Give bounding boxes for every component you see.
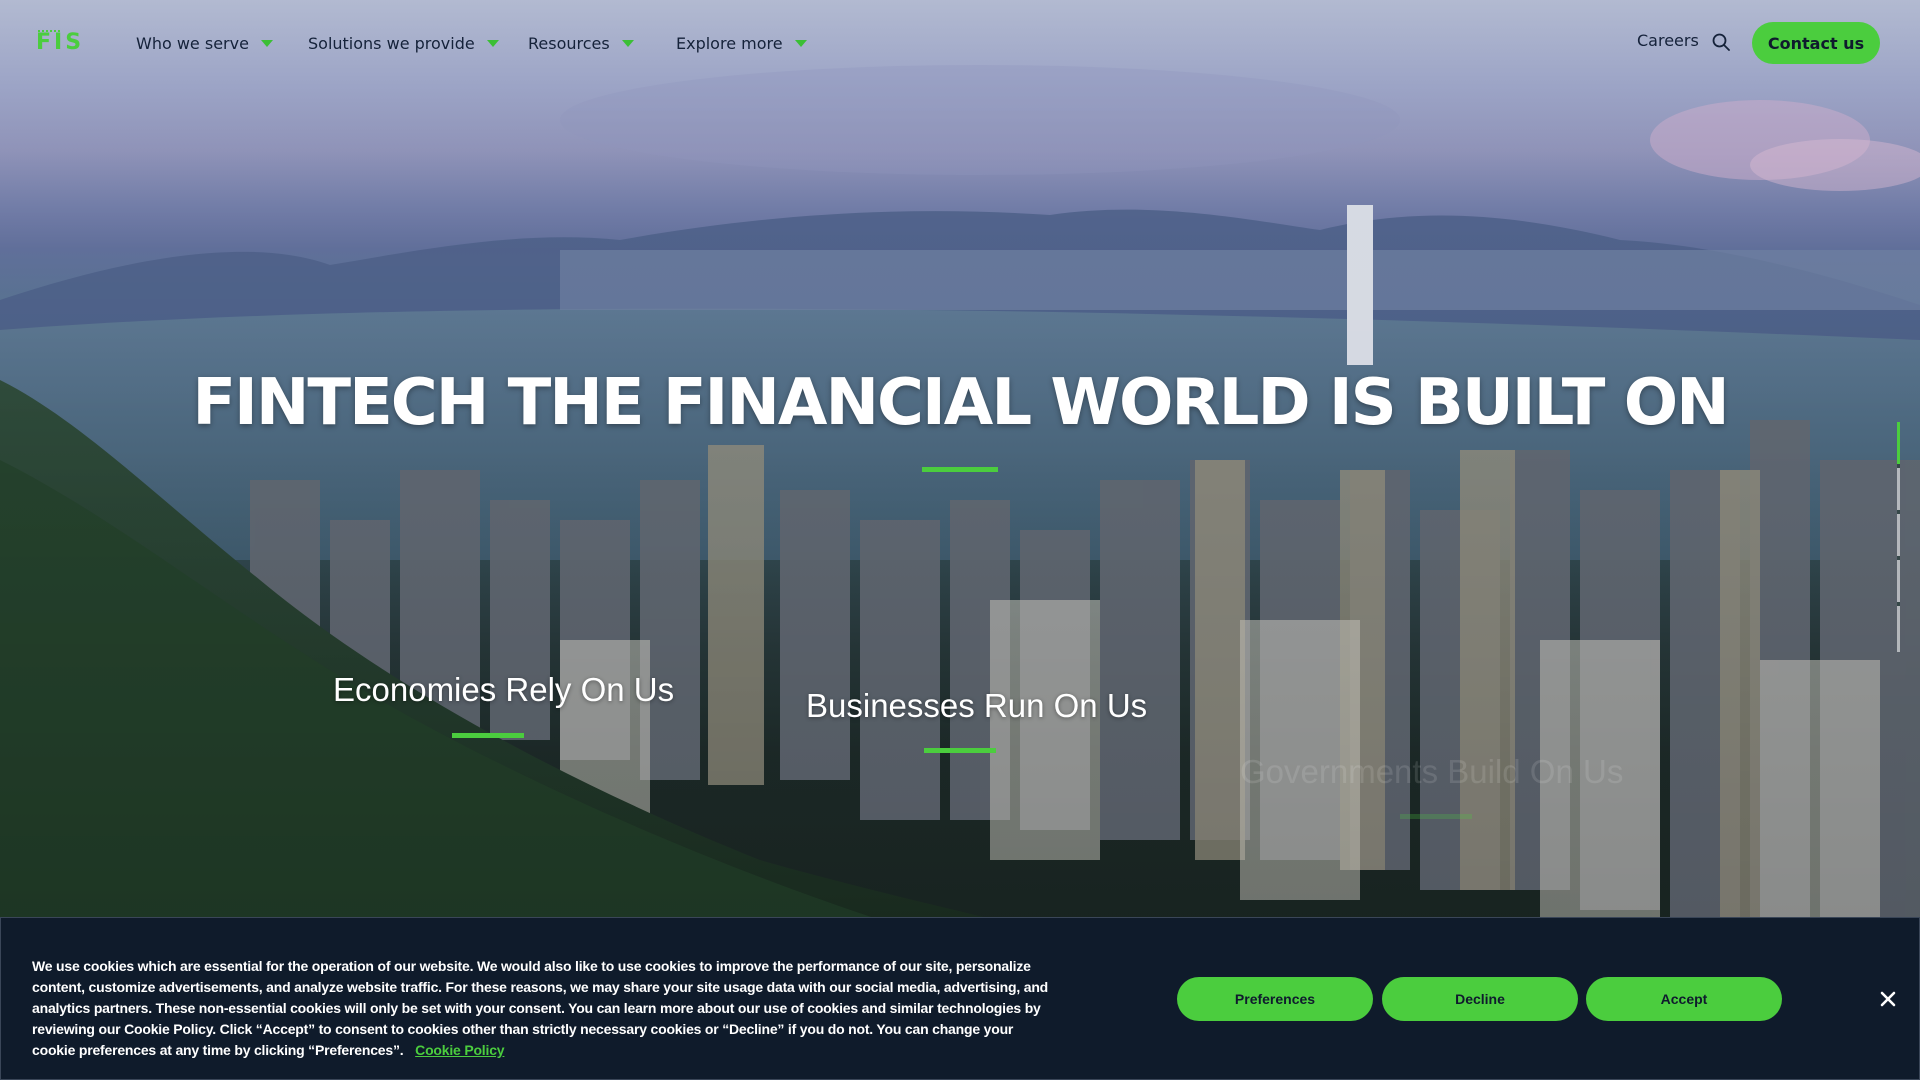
chevron-down-icon — [794, 39, 807, 47]
cookie-policy-link[interactable]: Cookie Policy — [415, 1042, 504, 1058]
tagline-underline — [1400, 814, 1472, 819]
chevron-down-icon — [486, 39, 499, 47]
nav-item-label: Resources — [528, 33, 610, 53]
tagline-businesses: Businesses Run On Us — [806, 687, 1148, 724]
nav-item-label: Solutions we provide — [308, 33, 475, 53]
logo-text: FIS — [36, 30, 85, 55]
nav-item-resources[interactable]: Resources — [528, 31, 634, 55]
tagline-governments: Governments Build On Us — [1240, 753, 1624, 790]
rail-separator — [1897, 556, 1900, 560]
nav-item-explore-more[interactable]: Explore more — [676, 31, 807, 55]
rail-separator — [1897, 602, 1900, 606]
rail-separator — [1897, 510, 1900, 514]
slide-progress-active — [1897, 422, 1900, 464]
tagline-underline — [452, 733, 524, 738]
nav-item-label: Who we serve — [136, 33, 249, 53]
cookie-text: We use cookies which are essential for t… — [32, 958, 1049, 1058]
headline-underline — [922, 467, 998, 472]
hero-headline: FINTECH THE FINANCIAL WORLD IS BUILT ON — [192, 366, 1729, 440]
nav-item-solutions-we-provide[interactable]: Solutions we provide — [308, 31, 499, 55]
tagline-underline — [924, 748, 996, 753]
careers-link[interactable]: Careers — [1637, 31, 1699, 50]
nav-item-label: Explore more — [676, 33, 783, 53]
decline-button[interactable]: Decline — [1382, 977, 1578, 1021]
search-icon[interactable] — [1712, 33, 1730, 51]
contact-us-button[interactable]: Contact us — [1752, 22, 1880, 64]
preferences-button[interactable]: Preferences — [1177, 977, 1373, 1021]
top-navigation: FIS Who we serve Solutions we provide Re… — [0, 0, 1920, 86]
nav-item-who-we-serve[interactable]: Who we serve — [136, 31, 273, 55]
chevron-down-icon — [621, 39, 634, 47]
chevron-down-icon — [260, 39, 273, 47]
fis-logo[interactable]: FIS — [36, 30, 85, 55]
cookie-banner: We use cookies which are essential for t… — [0, 917, 1920, 1080]
close-icon[interactable] — [1877, 988, 1899, 1010]
accept-button[interactable]: Accept — [1586, 977, 1782, 1021]
cookie-message: We use cookies which are essential for t… — [32, 956, 1052, 1061]
rail-separator — [1897, 464, 1900, 468]
tagline-economies: Economies Rely On Us — [333, 671, 675, 708]
